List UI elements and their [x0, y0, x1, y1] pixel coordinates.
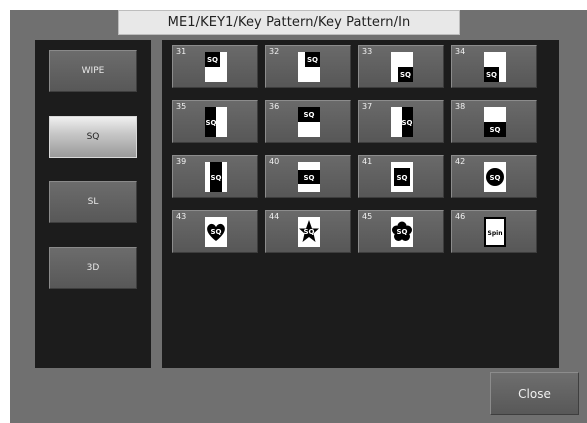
- sq-flower-icon: SQ: [391, 217, 413, 247]
- pattern-number: 38: [455, 102, 466, 111]
- pattern-number: 42: [455, 157, 466, 166]
- sq-bottom-right-icon: SQ: [391, 52, 413, 82]
- sq-bottom-half-icon: SQ: [484, 107, 506, 137]
- sq-circle-icon: SQ: [484, 162, 506, 192]
- svg-text:SQ: SQ: [486, 71, 497, 79]
- pattern-button-36[interactable]: 36 SQ: [265, 100, 351, 143]
- sq-bottom-left-icon: SQ: [484, 52, 506, 82]
- pattern-button-41[interactable]: 41 SQ: [358, 155, 444, 198]
- pattern-number: 31: [176, 47, 187, 56]
- sq-top-half-icon: SQ: [298, 107, 320, 137]
- sq-top-right-icon: SQ: [298, 52, 320, 82]
- category-button-sq[interactable]: SQ: [49, 116, 137, 158]
- svg-text:SQ: SQ: [490, 126, 501, 134]
- pattern-number: 40: [269, 157, 280, 166]
- svg-text:SQ: SQ: [211, 174, 222, 182]
- sq-left-half-icon: SQ: [205, 107, 227, 137]
- svg-text:Spin: Spin: [488, 230, 503, 237]
- close-button[interactable]: Close: [490, 372, 579, 415]
- sq-horizontal-center-icon: SQ: [298, 162, 320, 192]
- sq-star-icon: SQ: [298, 217, 320, 247]
- category-button-sl[interactable]: SL: [49, 181, 137, 223]
- pattern-button-33[interactable]: 33 SQ: [358, 45, 444, 88]
- svg-text:SQ: SQ: [304, 228, 315, 236]
- pattern-button-40[interactable]: 40 SQ: [265, 155, 351, 198]
- pattern-number: 44: [269, 212, 280, 221]
- pattern-button-44[interactable]: 44 SQ: [265, 210, 351, 253]
- sq-box-icon: SQ: [391, 162, 413, 192]
- pattern-number: 32: [269, 47, 280, 56]
- pattern-number: 34: [455, 47, 466, 56]
- sq-vertical-center-icon: SQ: [205, 162, 227, 192]
- pattern-number: 33: [362, 47, 373, 56]
- pattern-grid: 31 SQ 32 SQ 33 SQ 34 SQ 35 SQ 36 SQ 37 SQ 38 SQ 39 SQ 40 SQ…: [162, 40, 559, 368]
- pattern-button-37[interactable]: 37 SQ: [358, 100, 444, 143]
- pattern-button-35[interactable]: 35 SQ: [172, 100, 258, 143]
- sq-heart-icon: SQ: [205, 217, 227, 247]
- pattern-number: 35: [176, 102, 187, 111]
- pattern-number: 43: [176, 212, 187, 221]
- svg-text:SQ: SQ: [211, 228, 222, 236]
- pattern-number: 41: [362, 157, 373, 166]
- pattern-button-38[interactable]: 38 SQ: [451, 100, 537, 143]
- page-title: ME1/KEY1/Key Pattern/Key Pattern/In: [118, 10, 460, 35]
- pattern-number: 45: [362, 212, 373, 221]
- pattern-number: 46: [455, 212, 466, 221]
- pattern-number: 37: [362, 102, 373, 111]
- category-panel: WIPE SQ SL 3D: [35, 40, 151, 368]
- pattern-button-43[interactable]: 43 SQ: [172, 210, 258, 253]
- svg-text:SQ: SQ: [490, 174, 501, 182]
- svg-text:SQ: SQ: [402, 119, 413, 127]
- sq-right-half-icon: SQ: [391, 107, 413, 137]
- sq-top-left-icon: SQ: [205, 52, 227, 82]
- svg-text:SQ: SQ: [304, 111, 315, 119]
- pattern-button-34[interactable]: 34 SQ: [451, 45, 537, 88]
- svg-text:SQ: SQ: [397, 228, 408, 236]
- svg-text:SQ: SQ: [397, 174, 408, 182]
- spin-icon: Spin: [484, 217, 506, 247]
- pattern-number: 36: [269, 102, 280, 111]
- pattern-button-45[interactable]: 45 SQ: [358, 210, 444, 253]
- svg-text:SQ: SQ: [206, 119, 217, 127]
- category-button-3d[interactable]: 3D: [49, 247, 137, 289]
- pattern-button-46[interactable]: 46 Spin: [451, 210, 537, 253]
- svg-text:SQ: SQ: [304, 174, 315, 182]
- pattern-button-31[interactable]: 31 SQ: [172, 45, 258, 88]
- svg-text:SQ: SQ: [400, 71, 411, 79]
- pattern-button-32[interactable]: 32 SQ: [265, 45, 351, 88]
- svg-text:SQ: SQ: [207, 56, 218, 64]
- pattern-button-42[interactable]: 42 SQ: [451, 155, 537, 198]
- pattern-number: 39: [176, 157, 187, 166]
- category-button-wipe[interactable]: WIPE: [49, 50, 137, 92]
- svg-text:SQ: SQ: [307, 56, 318, 64]
- pattern-button-39[interactable]: 39 SQ: [172, 155, 258, 198]
